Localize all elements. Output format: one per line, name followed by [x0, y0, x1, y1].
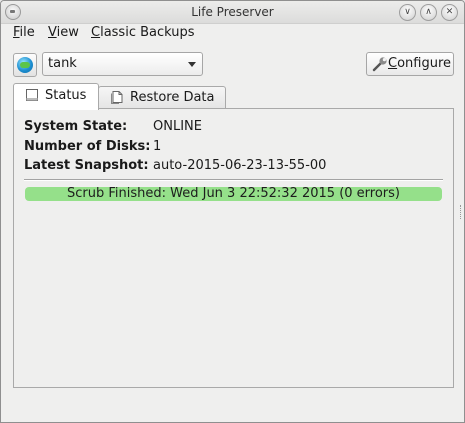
- menu-bar: File View Classic Backups: [1, 23, 464, 43]
- status-panel: System State: ONLINE Number of Disks: 1 …: [13, 108, 454, 388]
- lifepreserver-icon[interactable]: [13, 53, 37, 77]
- tab-restore-data-label: Restore Data: [130, 90, 215, 105]
- menu-view-label: iew: [56, 25, 79, 40]
- resize-grip[interactable]: [460, 205, 463, 219]
- tab-restore-data[interactable]: Restore Data: [98, 86, 226, 109]
- document-icon: [111, 91, 123, 104]
- close-icon[interactable]: ✕: [441, 4, 458, 21]
- disk-count-label: Number of Disks:: [24, 139, 151, 154]
- menu-classic-backups-label: lassic Backups: [100, 25, 195, 40]
- wrench-icon: [372, 57, 387, 72]
- scrub-status-bar: Scrub Finished: Wed Jun 3 22:52:32 2015 …: [25, 187, 442, 201]
- tab-status-label: Status: [45, 88, 87, 103]
- maximize-icon[interactable]: ∧: [420, 4, 437, 21]
- menu-view-mnemonic: V: [48, 25, 57, 40]
- pool-select[interactable]: tank: [42, 52, 203, 76]
- system-state-label: System State:: [24, 119, 128, 134]
- disk-count-value: 1: [153, 139, 162, 154]
- tab-bar: Status Restore Data: [13, 83, 453, 110]
- status-page-icon: [26, 89, 38, 101]
- latest-snapshot-label: Latest Snapshot:: [24, 158, 149, 173]
- app-window: Life Preserver ∨ ∧ ✕ File View Classic B…: [0, 0, 465, 423]
- window-title: Life Preserver: [191, 5, 274, 19]
- menu-classic-backups-mnemonic: C: [91, 25, 101, 40]
- system-state-value: ONLINE: [153, 119, 202, 134]
- configure-label: Configure: [388, 56, 452, 71]
- minimize-icon[interactable]: ∨: [399, 4, 416, 21]
- divider: [24, 179, 443, 181]
- chevron-down-icon: [188, 62, 196, 67]
- configure-button[interactable]: Configure: [366, 52, 454, 76]
- pool-select-value: tank: [48, 56, 77, 71]
- title-bar[interactable]: Life Preserver ∨ ∧ ✕: [1, 1, 464, 24]
- menu-view[interactable]: View: [48, 25, 79, 40]
- menu-file-label: ile: [19, 25, 35, 40]
- menu-classic-backups[interactable]: Classic Backups: [91, 25, 195, 40]
- latest-snapshot-value: auto-2015-06-23-13-55-00: [153, 158, 327, 173]
- menu-file[interactable]: File: [13, 25, 35, 40]
- tab-status[interactable]: Status: [13, 83, 99, 110]
